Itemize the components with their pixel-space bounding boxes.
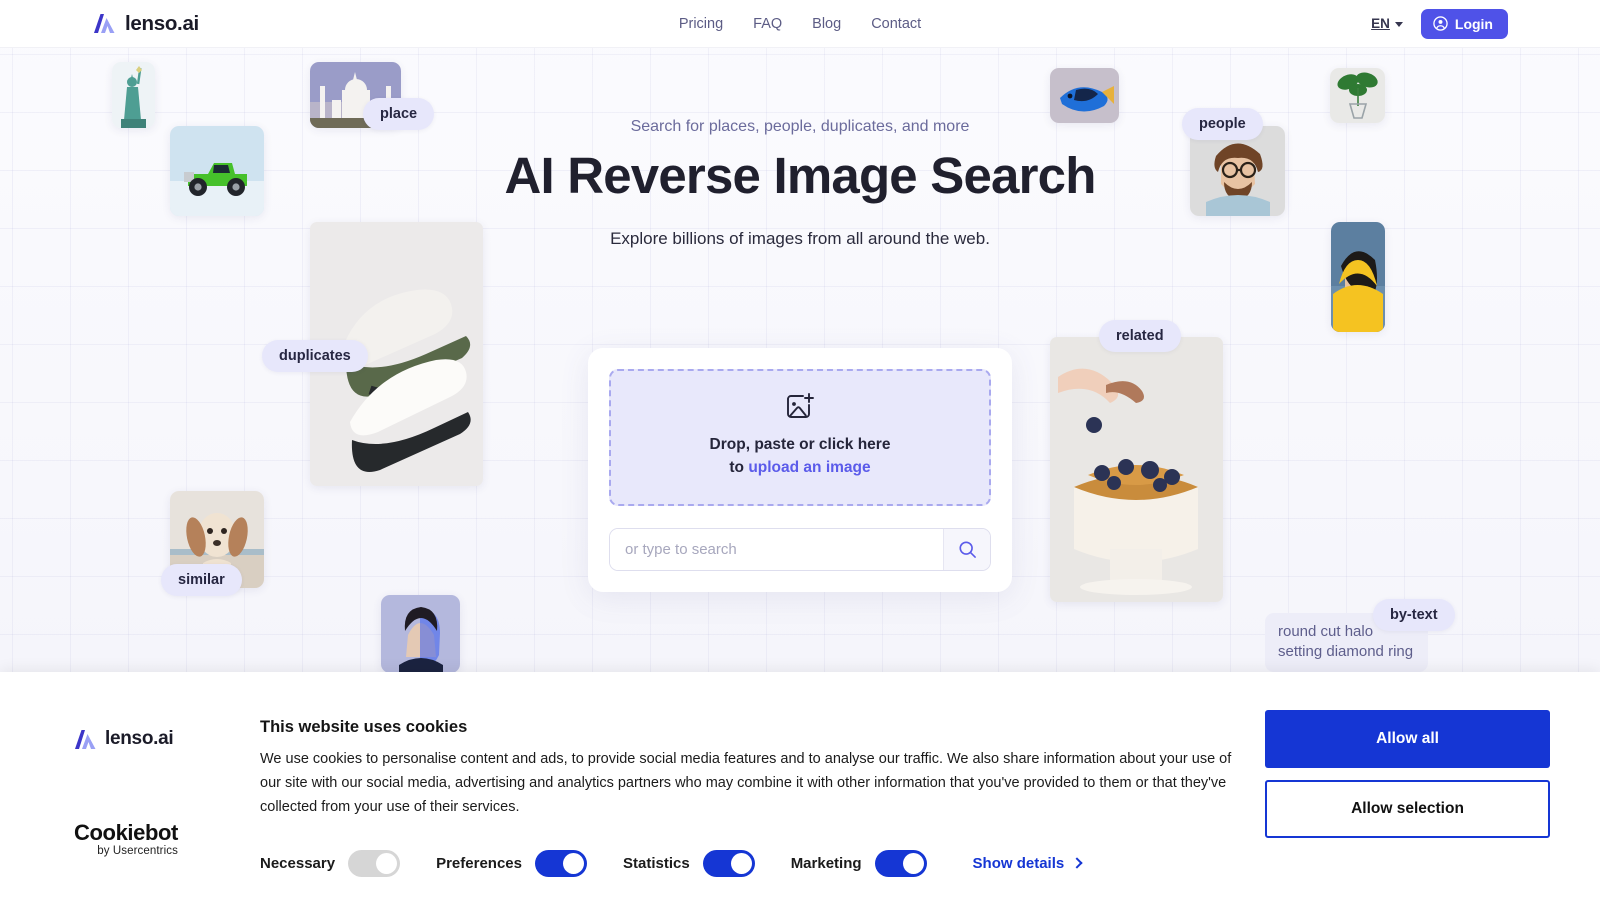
thumbnail-woman-yellow-hood xyxy=(1331,222,1385,332)
nav-item-contact[interactable]: Contact xyxy=(871,16,921,32)
thumbnail-plant-in-vase xyxy=(1330,68,1385,123)
language-label: EN xyxy=(1371,16,1390,31)
thumbnail-statue-of-liberty xyxy=(112,62,155,128)
cookiebot-name: Cookiebot xyxy=(74,820,178,845)
dropzone-line-1: Drop, paste or click here xyxy=(709,436,891,453)
language-selector[interactable]: EN xyxy=(1371,16,1403,31)
hero-eyebrow: Search for places, people, duplicates, a… xyxy=(630,118,970,135)
image-dropzone[interactable]: Drop, paste or click here to upload an i… xyxy=(609,369,991,506)
site-header: lenso.ai Pricing FAQ Blog Contact EN Log… xyxy=(0,0,1600,48)
search-input[interactable] xyxy=(610,528,943,570)
cookie-category-necessary: Necessary xyxy=(260,850,401,877)
cookie-category-label: Necessary xyxy=(260,855,336,872)
toggle-knob xyxy=(376,853,398,874)
login-button-label: Login xyxy=(1454,15,1493,32)
toggle-knob xyxy=(562,853,584,874)
cookie-banner-title: This website uses cookies xyxy=(260,718,468,736)
main-nav: Pricing FAQ Blog Contact xyxy=(0,16,1600,32)
thumbnail-blueberry-cake xyxy=(1050,337,1223,602)
page-title: AI Reverse Image Search xyxy=(504,147,1096,204)
cookie-category-marketing: Marketing xyxy=(791,850,927,877)
tag-similar: similar xyxy=(161,564,242,596)
cookie-consent-banner: lenso.ai Cookiebot by Usercentrics This … xyxy=(0,672,1600,900)
page-root: place duplicates similar people related … xyxy=(0,0,1600,900)
search-submit-button[interactable] xyxy=(943,528,990,570)
tag-people: people xyxy=(1182,108,1263,140)
cookiebot-byline: by Usercentrics xyxy=(97,845,178,857)
chevron-right-icon xyxy=(1071,857,1083,869)
hero-subtitle: Explore billions of images from all arou… xyxy=(610,228,990,248)
show-details-label: Show details xyxy=(972,855,1065,872)
search-icon xyxy=(958,540,976,558)
tag-related: related xyxy=(1099,320,1181,352)
toggle-necessary xyxy=(348,850,401,877)
toggle-preferences[interactable] xyxy=(534,850,587,877)
toggle-knob xyxy=(902,853,924,874)
thumbnail-blue-tang-fish xyxy=(1050,68,1119,123)
cookie-banner-body: We use cookies to personalise content an… xyxy=(260,751,1232,815)
allow-selection-button[interactable]: Allow selection xyxy=(1265,780,1550,838)
upload-an-image-link[interactable]: upload an image xyxy=(748,459,870,476)
tag-place: place xyxy=(363,98,435,130)
cookie-category-statistics: Statistics xyxy=(623,850,755,877)
cookie-category-preferences: Preferences xyxy=(436,850,587,877)
lenso-logo-icon xyxy=(75,729,96,749)
show-details-link[interactable]: Show details xyxy=(972,855,1083,872)
cookie-banner-actions: Allow all Allow selection xyxy=(1265,710,1550,838)
hero-section: Search for places, people, duplicates, a… xyxy=(450,118,1150,249)
image-plus-icon xyxy=(786,393,814,418)
header-actions: EN Login xyxy=(1371,8,1508,39)
login-button[interactable]: Login xyxy=(1420,8,1508,39)
thumbnail-face-scan-portrait xyxy=(381,595,460,673)
dropzone-line-2: to upload an image xyxy=(621,456,979,479)
allow-all-button[interactable]: Allow all xyxy=(1265,710,1550,768)
nav-item-faq[interactable]: FAQ xyxy=(753,16,782,32)
cookiebot-logo: Cookiebot by Usercentrics xyxy=(74,820,178,857)
tag-by-text: by-text xyxy=(1373,599,1455,631)
cookie-category-label: Marketing xyxy=(790,855,862,872)
cookie-category-label: Preferences xyxy=(436,855,522,872)
toggle-statistics[interactable] xyxy=(702,850,755,877)
search-row xyxy=(609,527,991,571)
dropzone-line-2-prefix: to xyxy=(729,459,749,477)
toggle-marketing[interactable] xyxy=(874,850,927,877)
search-card: Drop, paste or click here to upload an i… xyxy=(588,348,1012,592)
nav-item-blog[interactable]: Blog xyxy=(812,16,841,32)
toggle-knob xyxy=(730,853,752,874)
thumbnail-green-pickup-truck xyxy=(170,126,264,216)
cookie-banner-brand: lenso.ai xyxy=(74,728,174,750)
cookie-category-toggles: Necessary Preferences Statistics Marketi… xyxy=(260,850,1083,877)
user-circle-icon xyxy=(1433,16,1448,31)
cookie-category-label: Statistics xyxy=(622,855,690,872)
nav-item-pricing[interactable]: Pricing xyxy=(679,16,723,32)
tag-duplicates: duplicates xyxy=(262,340,368,372)
chevron-down-icon xyxy=(1394,22,1403,27)
cookie-brand-name: lenso.ai xyxy=(105,728,174,749)
